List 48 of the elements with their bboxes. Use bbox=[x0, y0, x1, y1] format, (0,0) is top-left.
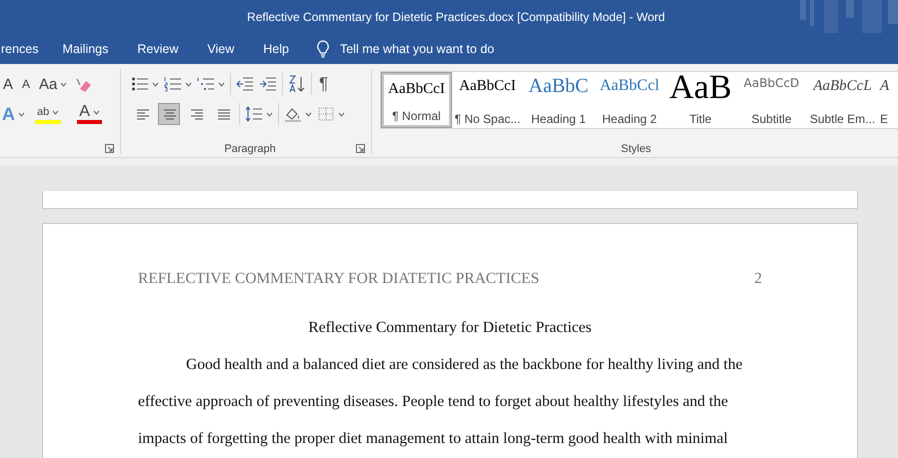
tell-me-search[interactable]: Tell me what you want to do bbox=[316, 40, 494, 58]
caret-icon[interactable] bbox=[152, 82, 159, 86]
window-title: Reflective Commentary for Dietetic Practices.docx [Compatibility Mode] - Word bbox=[246, 10, 665, 24]
change-case-button[interactable]: Aa bbox=[37, 72, 70, 96]
borders-icon[interactable] bbox=[317, 106, 335, 122]
document-title: Reflective Commentary for Dietetic Practices bbox=[307, 319, 593, 337]
grow-font-button[interactable]: A bbox=[1, 72, 16, 96]
sort-icon[interactable] bbox=[288, 75, 306, 93]
caret-icon[interactable] bbox=[60, 82, 68, 86]
ribbon-tab[interactable]: View bbox=[207, 36, 234, 62]
caret-icon[interactable] bbox=[185, 82, 192, 86]
ribbon-tab[interactable]: Help bbox=[263, 36, 289, 62]
caret-icon[interactable] bbox=[305, 112, 312, 116]
caret-icon[interactable] bbox=[18, 112, 25, 116]
running-header: REFLECTIVE COMMENTARY FOR DIATETIC PRACTICES bbox=[138, 270, 540, 288]
dialog-launcher-icon[interactable] bbox=[105, 144, 114, 153]
align-center-icon bbox=[162, 107, 176, 122]
shrink-font-button[interactable]: A bbox=[20, 72, 32, 96]
align-right-icon bbox=[189, 107, 203, 122]
ribbon-tab[interactable]: Mailings bbox=[62, 36, 108, 62]
bullets-icon[interactable] bbox=[131, 76, 149, 92]
align-left-icon bbox=[135, 107, 149, 122]
dialog-launcher-icon[interactable] bbox=[356, 144, 365, 153]
align-center-button[interactable] bbox=[158, 103, 180, 125]
highlight-button[interactable]: ab bbox=[35, 104, 62, 124]
group-label: Styles bbox=[621, 143, 651, 155]
align-justify-icon bbox=[216, 107, 230, 122]
ribbon-tab[interactable]: Review bbox=[137, 36, 178, 62]
increase-indent-icon[interactable] bbox=[259, 76, 277, 92]
shading-icon[interactable] bbox=[284, 106, 302, 122]
style-tile[interactable]: AaBbCcI ¶ Normal bbox=[381, 72, 452, 128]
font-color-button[interactable]: A bbox=[77, 104, 102, 124]
caret-icon[interactable] bbox=[266, 112, 273, 116]
caret-icon[interactable] bbox=[338, 112, 345, 116]
numbering-icon[interactable] bbox=[164, 76, 182, 92]
caret-icon[interactable] bbox=[52, 110, 60, 114]
page-number: 2 bbox=[754, 270, 762, 288]
caret-icon[interactable] bbox=[92, 110, 100, 114]
multilevel-list-icon[interactable] bbox=[197, 76, 215, 92]
caret-icon[interactable] bbox=[218, 82, 225, 86]
ribbon-tab[interactable]: rences bbox=[1, 36, 39, 62]
tell-me-placeholder: Tell me what you want to do bbox=[340, 42, 494, 56]
line-spacing-icon[interactable] bbox=[245, 106, 263, 122]
decrease-indent-icon[interactable] bbox=[236, 76, 254, 92]
lightbulb-icon[interactable] bbox=[316, 40, 330, 58]
body-paragraph: Good health and a balanced diet are considered as the backbone for healthy living and the effective approach of preventing diseases. People tend to forget about healthy lifestyles and the impacts of forgetting the proper diet management to attain long-term good health with minimal bbox=[138, 355, 744, 449]
show-formatting-button[interactable]: ¶ bbox=[317, 72, 330, 96]
group-label: Paragraph bbox=[224, 143, 276, 155]
